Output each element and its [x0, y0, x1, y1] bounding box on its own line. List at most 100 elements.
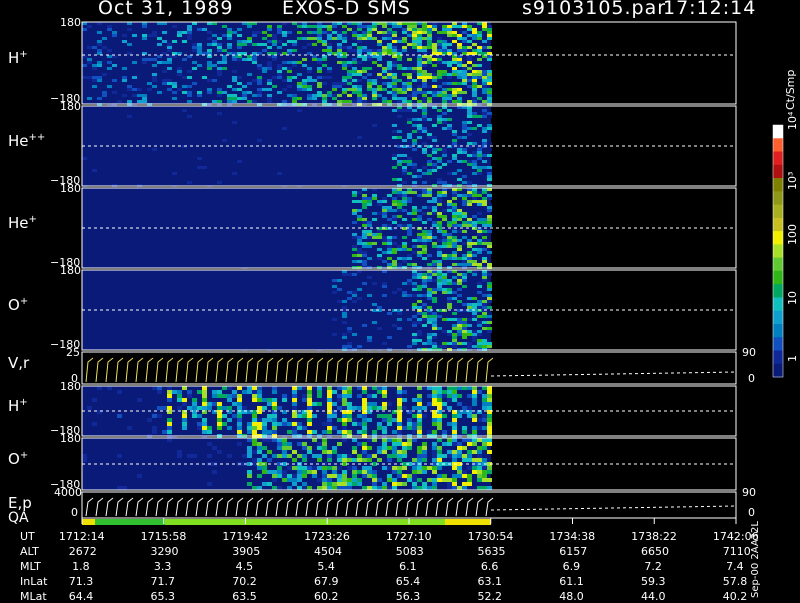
- heatmap-cell: [387, 312, 392, 315]
- heatmap-cell: [447, 118, 452, 121]
- heatmap-cell: [447, 200, 452, 203]
- heatmap-cell: [487, 478, 492, 482]
- heatmap-cell: [412, 294, 417, 297]
- colorbar-tick-label: 100: [786, 224, 799, 245]
- heatmap-cell: [122, 94, 127, 97]
- heatmap-cell: [432, 260, 437, 263]
- heatmap-cell: [87, 58, 92, 61]
- heatmap-cell: [427, 100, 432, 103]
- heatmap-cell: [437, 40, 442, 43]
- heatmap-cell: [302, 466, 307, 470]
- heatmap-cell: [387, 336, 392, 339]
- heatmap-cell: [447, 76, 452, 79]
- heatmap-cell: [437, 285, 442, 288]
- heatmap-cell: [437, 194, 442, 197]
- heatmap-cell: [427, 273, 432, 276]
- heatmap-cell: [427, 25, 432, 28]
- heatmap-cell: [462, 303, 467, 306]
- colorbar-tick-label: 10: [786, 291, 799, 305]
- heatmap-cell: [322, 482, 327, 486]
- heatmap-cell: [352, 470, 357, 474]
- heatmap-cell: [342, 251, 347, 254]
- heatmap-cell: [202, 76, 207, 79]
- trace-segment: [235, 357, 244, 383]
- heatmap-cell: [447, 422, 452, 426]
- heatmap-cell: [442, 215, 447, 218]
- qa-segment: [165, 519, 445, 525]
- heatmap-cell: [462, 236, 467, 239]
- heatmap-cell: [157, 386, 162, 390]
- heatmap-cell: [397, 398, 402, 402]
- heatmap-cell: [412, 142, 417, 145]
- heatmap-cell: [217, 414, 222, 418]
- heatmap-cell: [362, 442, 367, 446]
- heatmap-cell: [462, 312, 467, 315]
- heatmap-cell: [347, 297, 352, 300]
- heatmap-cell: [447, 88, 452, 91]
- heatmap-cell: [307, 426, 312, 430]
- trace-segment: [355, 357, 364, 383]
- heatmap-cell: [302, 454, 307, 458]
- heatmap-cell: [417, 40, 422, 43]
- heatmap-cell: [332, 82, 337, 85]
- heatmap-cell: [447, 160, 452, 163]
- heatmap-cell: [272, 422, 277, 426]
- heatmap-cell: [367, 197, 372, 200]
- heatmap-cell: [277, 178, 282, 181]
- ytick-top: 180: [60, 182, 81, 195]
- heatmap-cell: [452, 454, 457, 458]
- table-cell: 48.0: [559, 590, 584, 603]
- panel-label-h-plus-pitch: H+: [8, 49, 28, 67]
- heatmap-cell: [482, 426, 487, 430]
- heatmap-cell: [397, 321, 402, 324]
- heatmap-cell: [257, 79, 262, 82]
- heatmap-cell: [427, 172, 432, 175]
- heatmap-cell: [377, 276, 382, 279]
- heatmap-cell: [232, 76, 237, 79]
- heatmap-cell: [407, 136, 412, 139]
- heatmap-cell: [392, 46, 397, 49]
- heatmap-cell: [407, 73, 412, 76]
- heatmap-cell: [347, 28, 352, 31]
- heatmap-cell: [477, 426, 482, 430]
- heatmap-cell: [267, 251, 272, 254]
- heatmap-cell: [197, 49, 202, 52]
- heatmap-cell: [487, 470, 492, 474]
- heatmap-cell: [267, 418, 272, 422]
- heatmap-cell: [427, 28, 432, 31]
- heatmap-cell: [442, 25, 447, 28]
- trace-segment: [155, 497, 164, 517]
- table-cell: 63.5: [232, 590, 257, 603]
- heatmap-cell: [192, 67, 197, 70]
- heatmap-cell: [477, 239, 482, 242]
- heatmap-cell: [462, 197, 467, 200]
- heatmap-cell: [202, 450, 207, 454]
- heatmap-cell: [487, 79, 492, 82]
- heatmap-cell: [322, 40, 327, 43]
- heatmap-cell: [122, 34, 127, 37]
- heatmap-cell: [487, 422, 492, 426]
- heatmap-cell: [357, 390, 362, 394]
- right-tick-top: 90: [742, 486, 756, 499]
- heatmap-cell: [337, 100, 342, 103]
- heatmap-cell: [337, 49, 342, 52]
- heatmap-cell: [452, 486, 457, 490]
- heatmap-cell: [152, 426, 157, 430]
- heatmap-cell: [397, 109, 402, 112]
- heatmap-cell: [407, 282, 412, 285]
- heatmap-cell: [412, 342, 417, 345]
- table-cell: 65.4: [395, 575, 421, 588]
- heatmap-cell: [392, 466, 397, 470]
- heatmap-cell: [392, 430, 397, 434]
- heatmap-cell: [397, 209, 402, 212]
- heatmap-cell: [297, 294, 302, 297]
- colorbar-swatch: [773, 350, 783, 365]
- heatmap-cell: [402, 88, 407, 91]
- heatmap-cell: [387, 194, 392, 197]
- heatmap-cell: [407, 242, 412, 245]
- heatmap-cell: [412, 160, 417, 163]
- heatmap-cell: [422, 221, 427, 224]
- heatmap-cell: [467, 43, 472, 46]
- heatmap-cell: [302, 450, 307, 454]
- heatmap-cell: [407, 279, 412, 282]
